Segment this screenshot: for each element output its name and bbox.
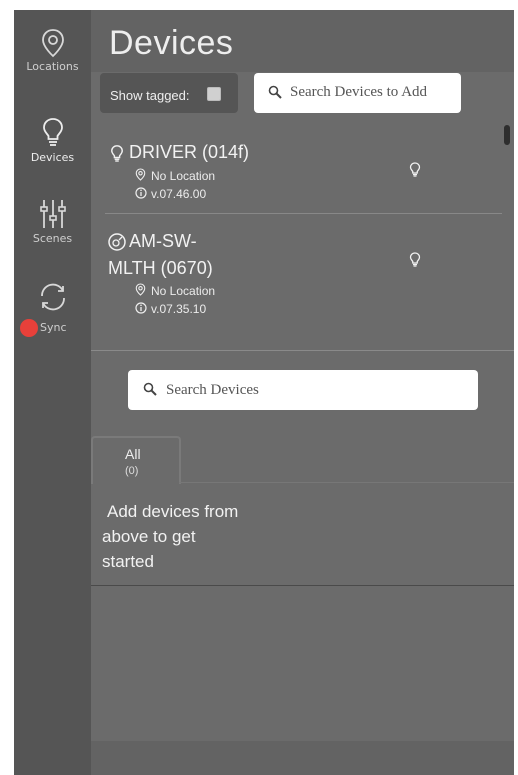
tab-count: (0) [125, 465, 139, 477]
sliders-icon [14, 198, 91, 230]
header: Devices [91, 10, 514, 72]
sidebar: Locations Devices Scenes Sync [14, 10, 91, 775]
tab-label: All [125, 446, 141, 462]
sync-status-dot [20, 319, 38, 337]
switch-icon [108, 233, 126, 256]
main-panel: Devices Show tagged: Search Devices to A… [91, 10, 514, 775]
device-location: No Location [151, 169, 216, 183]
device-version: v.07.35.10 [151, 302, 207, 316]
empty-line-1: Add devices from [107, 502, 239, 521]
show-tagged-checkbox[interactable] [207, 87, 221, 101]
app-frame: Locations Devices Scenes Sync Devices Sh… [14, 10, 514, 775]
sidebar-item-devices[interactable]: Devices [14, 117, 91, 164]
search-devices-input[interactable]: Search Devices [128, 370, 478, 410]
device-name: DRIVER (014f) [129, 142, 250, 162]
search-devices-to-add-input[interactable]: Search Devices to Add [254, 73, 461, 113]
device-name: AM-SW- [129, 231, 197, 251]
sidebar-item-label: Scenes [32, 232, 73, 245]
show-tagged-toggle[interactable]: Show tagged: [100, 73, 238, 113]
bottom-bar [91, 741, 514, 775]
show-tagged-label: Show tagged: [110, 88, 190, 103]
lightbulb-icon [110, 144, 124, 169]
lightbulb-icon [14, 117, 91, 149]
location-pin-icon [135, 168, 146, 186]
search-icon [268, 85, 282, 99]
location-pin-icon [14, 28, 91, 58]
location-pin-icon [135, 283, 146, 301]
page-title: Devices [109, 24, 234, 62]
info-icon [135, 186, 147, 204]
sidebar-item-label: Locations [26, 60, 79, 73]
sidebar-item-locations[interactable]: Locations [14, 28, 91, 73]
sidebar-item-label: Devices [30, 151, 75, 164]
empty-state-message: Add devices from above to get started [102, 499, 272, 574]
divider [91, 350, 514, 351]
tab-all[interactable]: All (0) [91, 436, 181, 484]
empty-line-3: started [102, 552, 154, 571]
search-add-placeholder: Search Devices to Add [290, 84, 428, 100]
lightbulb-icon[interactable] [409, 252, 421, 273]
divider [91, 585, 514, 586]
empty-line-2: above to get [102, 527, 196, 546]
info-icon [135, 301, 147, 319]
sidebar-item-sync[interactable] [14, 282, 91, 312]
search-devices-placeholder: Search Devices [166, 382, 259, 398]
sync-icon [14, 282, 91, 312]
device-location: No Location [151, 284, 216, 298]
list-item[interactable]: DRIVER (014f) No Location v.07.46.00 [91, 140, 514, 212]
sidebar-item-scenes[interactable]: Scenes [14, 198, 91, 245]
lightbulb-icon[interactable] [409, 162, 421, 183]
divider [105, 213, 502, 214]
search-icon [143, 382, 157, 396]
device-name: MLTH (0670) [108, 258, 213, 278]
device-version: v.07.46.00 [151, 187, 207, 201]
sidebar-item-label: Sync [40, 321, 67, 334]
list-item[interactable]: AM-SW- MLTH (0670) No Location v.07.35.1… [91, 228, 514, 338]
divider [179, 482, 514, 483]
